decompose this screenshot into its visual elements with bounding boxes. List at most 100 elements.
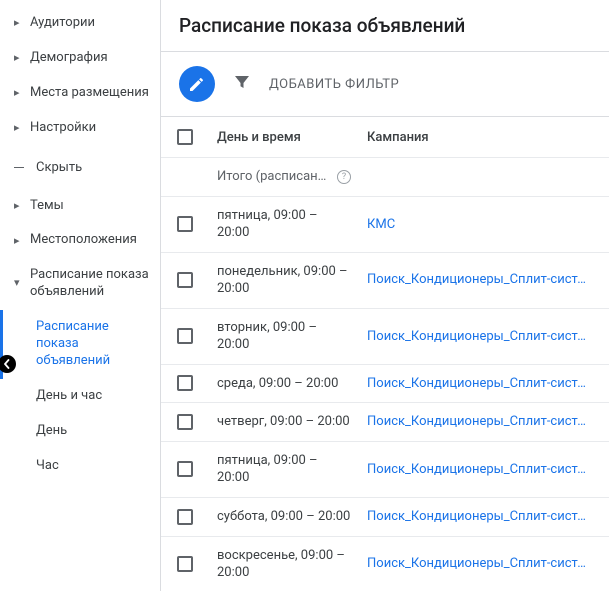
row-day-time: суббота, 09:00 – 20:00 [209,498,359,537]
sidebar-subitem-hour[interactable]: Час [0,449,160,484]
row-day-time: четверг, 09:00 – 20:00 [209,403,359,442]
pencil-icon [188,75,206,93]
arrow-right-icon: ▸ [14,16,24,30]
campaign-link[interactable]: Поиск_Кондиционеры_Сплит-системы [367,508,587,526]
table-row: четверг, 09:00 – 20:00 Поиск_Кондиционеры… [161,403,609,442]
row-checkbox[interactable] [177,328,193,344]
row-campaign-cell: Поиск_Кондиционеры_Сплит-системы [359,536,609,591]
sidebar: ▸ Аудитории ▸ Демография ▸ Места размеще… [0,0,160,591]
hide-label: Скрыть [36,160,82,175]
minus-icon [14,167,24,168]
row-day-time: среда, 09:00 – 20:00 [209,364,359,403]
select-all-checkbox[interactable] [177,129,193,145]
sidebar-item-label: Местоположения [24,232,137,249]
arrow-right-icon: ▸ [14,199,24,213]
campaign-link[interactable]: Поиск_Кондиционеры_Сплит-системы [367,328,587,346]
row-checkbox[interactable] [177,375,193,391]
row-checkbox[interactable] [177,272,193,288]
toolbar: ДОБАВИТЬ ФИЛЬТР [161,52,609,116]
campaign-link[interactable]: Поиск_Кондиционеры_Сплит-системы [367,271,587,289]
header-checkbox-cell [161,117,209,158]
row-day-time: воскресенье, 09:00 – 20:00 [209,536,359,591]
arrow-right-icon: ▸ [14,86,24,100]
header-day-time[interactable]: День и время [209,117,359,158]
table-row: вторник, 09:00 – 20:00 Поиск_Кондиционеры… [161,308,609,364]
sidebar-item-themes[interactable]: ▸ Темы [0,189,160,224]
sidebar-item-ad-schedule[interactable]: ▾ Расписание показа объявлений [0,258,160,310]
sidebar-item-label: Час [30,458,59,475]
table-row: среда, 09:00 – 20:00 Поиск_Кондиционеры_С… [161,364,609,403]
row-checkbox[interactable] [177,461,193,477]
campaign-link[interactable]: Поиск_Кондиционеры_Сплит-системы [367,413,587,431]
row-checkbox-cell [161,308,209,364]
main-content: Расписание показа объявлений ДОБАВИТЬ ФИ… [160,0,609,591]
sidebar-subitem-day[interactable]: День [0,414,160,449]
schedule-table-wrap: День и время Кампания Итого (расписания … [161,116,609,591]
campaign-link[interactable]: Поиск_Кондиционеры_Сплит-системы [367,555,587,573]
row-checkbox-cell [161,403,209,442]
help-icon[interactable]: ? [337,170,351,184]
campaign-link[interactable]: КМС [367,216,587,234]
sidebar-subitem-day-hour[interactable]: День и час [0,379,160,414]
page-title: Расписание показа объявлений [161,0,609,52]
sidebar-item-label: Настройки [24,120,96,137]
sidebar-item-locations[interactable]: ▸ Местоположения [0,223,160,258]
row-day-time: пятница, 09:00 – 20:00 [209,441,359,497]
table-row: воскресенье, 09:00 – 20:00 Поиск_Кондицио… [161,536,609,591]
chevron-left-icon [2,359,12,369]
table-header-row: День и время Кампания [161,117,609,158]
sidebar-item-label: Аудитории [24,15,95,32]
sidebar-item-label: Демография [24,50,108,67]
schedule-table: День и время Кампания Итого (расписания … [161,117,609,591]
sidebar-subnav: Расписание показа объявлений День и час … [0,310,160,483]
row-checkbox-cell [161,252,209,308]
table-row: понедельник, 09:00 – 20:00Поиск_Кондицио… [161,252,609,308]
sidebar-item-label: Расписание показа объявлений [24,267,150,301]
sidebar-item-label: Темы [24,198,64,215]
row-checkbox[interactable] [177,414,193,430]
campaign-link[interactable]: Поиск_Кондиционеры_Сплит-системы [367,461,587,479]
header-campaign[interactable]: Кампания [359,117,609,158]
sidebar-item-demography[interactable]: ▸ Демография [0,41,160,76]
row-campaign-cell: Поиск_Кондиционеры_Сплит-системы [359,252,609,308]
row-day-time: вторник, 09:00 – 20:00 [209,308,359,364]
row-campaign-cell: Поиск_Кондиционеры_Сплит-системы [359,441,609,497]
sidebar-item-settings[interactable]: ▸ Настройки [0,111,160,146]
row-checkbox[interactable] [177,556,193,572]
sidebar-item-label: Места размещения [24,85,149,102]
add-filter-button[interactable]: ДОБАВИТЬ ФИЛЬТР [269,73,399,96]
row-checkbox-cell [161,498,209,537]
row-day-time: пятница, 09:00 – 20:00 [209,197,359,253]
arrow-right-icon: ▸ [14,51,24,65]
sidebar-item-label: День [30,423,67,440]
sidebar-item-label: Расписание показа объявлений [30,319,150,370]
table-row: пятница, 09:00 – 20:00 КМС [161,197,609,253]
row-checkbox[interactable] [177,509,193,525]
sidebar-subitem-ad-schedule[interactable]: Расписание показа объявлений [0,310,160,379]
sidebar-item-placements[interactable]: ▸ Места размещения [0,76,160,111]
arrow-right-icon: ▸ [14,234,24,248]
row-campaign-cell: Поиск_Кондиционеры_Сплит-системы [359,364,609,403]
arrow-right-icon: ▸ [14,121,24,135]
sidebar-hide-toggle[interactable]: Скрыть [0,146,160,189]
campaign-link[interactable]: Поиск_Кондиционеры_Сплит-системы [367,375,587,393]
sidebar-item-label: День и час [30,388,102,405]
summary-label: Итого (расписания п… [217,168,331,186]
row-campaign-cell: Поиск_Кондиционеры_Сплит-системы [359,308,609,364]
arrow-down-icon: ▾ [14,276,24,290]
row-checkbox[interactable] [177,216,193,232]
sidebar-item-audiences[interactable]: ▸ Аудитории [0,6,160,41]
row-checkbox-cell [161,364,209,403]
row-campaign-cell: Поиск_Кондиционеры_Сплит-системы [359,403,609,442]
row-campaign-cell: КМС [359,197,609,253]
funnel-icon [233,73,251,91]
filter-button[interactable] [233,73,251,95]
row-checkbox-cell [161,536,209,591]
add-schedule-button[interactable] [179,66,215,102]
row-checkbox-cell [161,197,209,253]
table-summary-row: Итого (расписания п… ? [161,158,609,197]
row-checkbox-cell [161,441,209,497]
row-campaign-cell: Поиск_Кондиционеры_Сплит-системы [359,498,609,537]
table-row: суббота, 09:00 – 20:00 Поиск_Кондиционеры… [161,498,609,537]
table-row: пятница, 09:00 – 20:00 Поиск_Кондиционеры… [161,441,609,497]
